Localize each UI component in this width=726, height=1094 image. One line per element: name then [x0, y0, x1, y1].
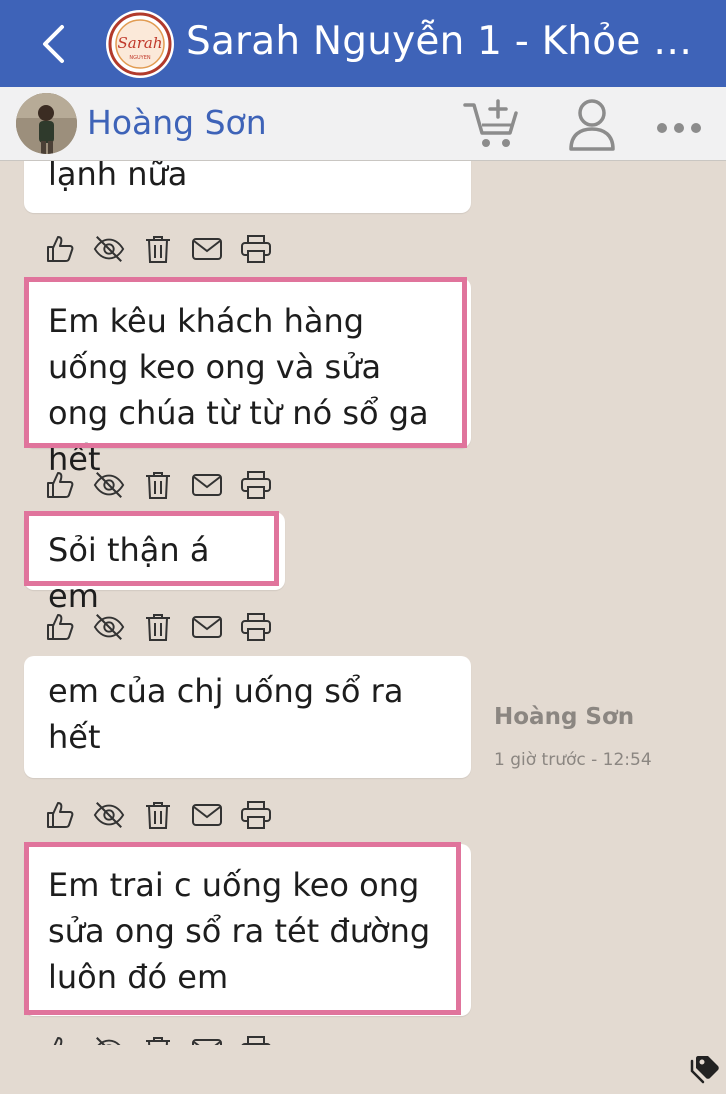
chat-thread[interactable]: lạnh nữa Em kêu khách hàng uống keo ong … — [0, 161, 726, 1045]
delete-button[interactable] — [142, 799, 174, 831]
add-to-cart-button[interactable] — [462, 95, 522, 153]
page-title[interactable]: Sarah Nguyễn 1 - Khỏe Đẹp Cùng Sarah — [186, 16, 716, 68]
hide-icon — [93, 614, 125, 640]
delete-button[interactable] — [142, 469, 174, 501]
chevron-left-icon — [43, 25, 64, 63]
more-button[interactable] — [654, 113, 704, 143]
mail-button[interactable] — [191, 233, 223, 265]
print-button[interactable] — [240, 611, 272, 643]
message-bubble[interactable]: em của chj uống sổ ra hết — [24, 656, 471, 778]
delete-icon — [146, 802, 170, 829]
like-icon — [47, 472, 74, 498]
logo-badge: Sarah NGUYEN — [108, 12, 172, 76]
print-button[interactable] — [240, 1034, 272, 1045]
like-icon — [47, 236, 74, 262]
hide-icon — [93, 472, 125, 498]
print-button[interactable] — [240, 799, 272, 831]
tag-icon — [690, 1056, 719, 1084]
like-button[interactable] — [44, 799, 76, 831]
message-bubble[interactable]: Sỏi thận á em — [24, 512, 285, 615]
back-button[interactable] — [36, 22, 70, 66]
hide-button[interactable] — [93, 611, 125, 643]
print-icon — [241, 1036, 271, 1045]
message-text: em của chj uống sổ ra hết — [48, 672, 404, 756]
hide-button[interactable] — [93, 1034, 125, 1045]
avatar-image — [16, 93, 77, 154]
delete-icon — [146, 472, 170, 499]
tag-button[interactable] — [688, 1052, 722, 1086]
like-button[interactable] — [44, 611, 76, 643]
message-text: Sỏi thận á em — [48, 531, 210, 615]
logo-subtext: NGUYEN — [129, 55, 150, 61]
add-to-cart-icon — [463, 99, 518, 147]
message-bubble[interactable]: lạnh nữa — [24, 161, 471, 213]
message-actions — [44, 232, 289, 266]
mail-button[interactable] — [191, 469, 223, 501]
hide-icon — [93, 802, 125, 828]
print-button[interactable] — [240, 469, 272, 501]
message-text: lạnh nữa — [48, 161, 188, 193]
profile-button[interactable] — [566, 95, 618, 153]
contact-bar: Hoàng Sơn — [0, 87, 726, 161]
mail-button[interactable] — [191, 799, 223, 831]
delete-icon — [146, 1037, 170, 1045]
more-icon — [657, 123, 701, 133]
top-bar: Sarah NGUYEN Sarah Nguyễn 1 - Khỏe Đẹp C… — [0, 0, 726, 87]
hide-icon — [96, 1037, 121, 1045]
hide-button[interactable] — [93, 233, 125, 265]
message-text: Em trai c uống keo ong sửa ong sổ ra tét… — [48, 866, 431, 996]
print-icon — [241, 471, 271, 499]
message-actions — [44, 798, 289, 832]
message-bubble[interactable]: Em kêu khách hàng uống keo ong và sửa on… — [24, 278, 471, 478]
sender-name[interactable]: Hoàng Sơn — [494, 704, 634, 730]
user-icon — [569, 99, 615, 151]
mail-icon — [192, 474, 222, 496]
print-icon — [241, 801, 271, 829]
delete-button[interactable] — [142, 233, 174, 265]
logo-text: Sarah — [118, 34, 163, 52]
message-bubble[interactable]: Em trai c uống keo ong sửa ong sổ ra tét… — [24, 844, 471, 1016]
print-icon — [241, 235, 271, 263]
hide-button[interactable] — [93, 469, 125, 501]
delete-button[interactable] — [142, 1034, 174, 1045]
delete-icon — [146, 236, 170, 263]
message-actions — [44, 1033, 289, 1045]
delete-button[interactable] — [142, 611, 174, 643]
hide-icon — [93, 236, 125, 262]
like-button[interactable] — [44, 233, 76, 265]
contact-name[interactable]: Hoàng Sơn — [87, 103, 267, 143]
avatar[interactable] — [16, 93, 77, 154]
like-icon — [53, 1037, 63, 1045]
message-actions — [44, 610, 289, 644]
message-actions — [44, 468, 289, 502]
delete-icon — [146, 614, 170, 641]
mail-icon — [192, 804, 222, 826]
mail-icon — [192, 1039, 222, 1045]
print-button[interactable] — [240, 233, 272, 265]
mail-icon — [192, 616, 222, 638]
mail-button[interactable] — [191, 1034, 223, 1045]
mail-button[interactable] — [191, 611, 223, 643]
hide-button[interactable] — [93, 799, 125, 831]
mail-icon — [192, 238, 222, 260]
like-button[interactable] — [44, 1034, 76, 1045]
like-icon — [47, 614, 74, 640]
like-button[interactable] — [44, 469, 76, 501]
like-icon — [47, 802, 74, 828]
message-timestamp: 1 giờ trước - 12:54 — [494, 750, 652, 770]
page-logo[interactable]: Sarah NGUYEN — [106, 10, 174, 78]
message-text: Em kêu khách hàng uống keo ong và sửa on… — [48, 302, 429, 478]
print-icon — [241, 613, 271, 641]
